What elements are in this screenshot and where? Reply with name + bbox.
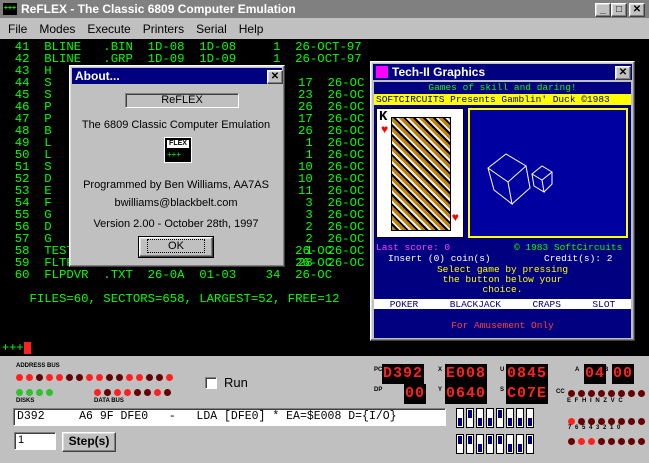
insert-coins: Insert (0) coin(s) xyxy=(388,253,491,264)
app-icon: +++ xyxy=(3,3,17,15)
a-register: 04 xyxy=(584,364,607,384)
dip-switches-top[interactable] xyxy=(456,408,536,431)
window-title: ReFLEX - The Classic 6809 Computer Emula… xyxy=(21,2,296,16)
disassembly-line: D392 A6 9F DFE0 - LDA [DFE0] * EA=$E008 … xyxy=(13,408,446,426)
data-bus-label: DATA BUS xyxy=(94,398,124,404)
terminal-line: 60 FLPDVR .TXT 26-0A 01-03 34 26-OC xyxy=(0,268,333,282)
run-label: Run xyxy=(224,375,248,390)
graphics-window: Tech-II Graphics ✕ Games of skill and da… xyxy=(370,61,635,341)
b-label: B xyxy=(604,367,609,373)
control-panel: ADDRESS BUS DISKS DATA BUS Run D392 A6 9… xyxy=(0,358,649,463)
king-of-hearts-card: K ♥ ♥ xyxy=(376,108,464,238)
about-author: Programmed by Ben Williams, AA7AS xyxy=(83,179,269,191)
y-label: Y xyxy=(438,387,443,393)
terminal-prompt: +++ xyxy=(2,341,31,355)
game-buttons: POKER BLACKJACK CRAPS SLOT xyxy=(374,299,631,310)
menu-file[interactable]: File xyxy=(8,22,27,36)
close-button[interactable]: ✕ xyxy=(629,3,645,17)
about-dialog: About... ✕ ReFLEX The 6809 Classic Compu… xyxy=(69,65,285,267)
address-bus-label: ADDRESS BUS xyxy=(16,363,60,369)
dp-label: DP xyxy=(374,387,383,393)
cube-panel-frame xyxy=(468,108,628,238)
x-register: E008 xyxy=(445,364,488,384)
about-title: About... xyxy=(75,69,120,83)
last-score: Last score: 0 xyxy=(376,242,451,253)
card-suit-icon: ♥ xyxy=(381,123,389,137)
b-register: 00 xyxy=(612,364,635,384)
output-bit-labels: 7 6 5 4 3 2 1 0 xyxy=(568,425,621,431)
cc-label: CC xyxy=(556,389,565,395)
about-app-name: ReFLEX xyxy=(125,93,239,108)
game-button-craps[interactable]: CRAPS xyxy=(532,299,561,310)
terminal-right-cell: 28 26-OC xyxy=(298,256,365,270)
cube-animation xyxy=(468,108,628,238)
menu-modes[interactable]: Modes xyxy=(39,22,75,36)
game-button-poker[interactable]: POKER xyxy=(390,299,419,310)
graphics-close-button[interactable]: ✕ xyxy=(615,66,631,80)
flex-logo-prompt: +++ xyxy=(167,150,182,159)
credits: Credit(s): 2 xyxy=(544,253,613,264)
input-leds xyxy=(568,436,648,448)
menu-execute[interactable]: Execute xyxy=(87,22,130,36)
s-label: S xyxy=(500,387,505,393)
graphics-title: Tech-II Graphics xyxy=(392,65,486,79)
address-bus-leds xyxy=(16,372,206,384)
maximize-button[interactable]: □ xyxy=(611,3,627,17)
menu-bar: File Modes Execute Printers Serial Help xyxy=(0,20,649,38)
card-suit-icon-bottom: ♥ xyxy=(451,211,459,225)
ok-label: OK xyxy=(147,239,205,253)
about-close-button[interactable]: ✕ xyxy=(267,70,283,84)
about-email: bwilliams@blackbelt.com xyxy=(114,197,238,209)
cc-flag-labels: E F H I N Z V C xyxy=(567,398,623,404)
card-face-image xyxy=(391,117,451,231)
u-label: U xyxy=(500,367,505,373)
amusement-notice: For Amusement Only xyxy=(451,320,554,331)
run-checkbox[interactable] xyxy=(205,377,217,389)
cursor xyxy=(23,341,31,354)
terminal-right-columns: 17 26-OC 23 26-OC 26 26-OC 17 26-OC 26 26-OC… xyxy=(298,77,364,269)
about-ok-button[interactable]: OK xyxy=(138,236,214,258)
disks-label: DISKS xyxy=(16,398,35,404)
graphics-presents: SOFTCIRCUITS Presents Gamblin' Duck ©198… xyxy=(374,94,631,105)
pc-register: D392 xyxy=(382,364,425,384)
menu-serial[interactable]: Serial xyxy=(196,22,227,36)
terminal-line: 42 BLINE .GRP 1D-09 1D-09 1 26-OCT-97 xyxy=(0,52,362,66)
flex-logo-icon: FLEX +++ xyxy=(164,137,192,163)
graphics-screen: Games of skill and daring! SOFTCIRCUITS … xyxy=(374,82,631,338)
dip-switches-bottom[interactable] xyxy=(456,434,536,457)
u-register: 0845 xyxy=(506,364,549,384)
about-subtitle: The 6809 Classic Computer Emulation xyxy=(81,119,271,131)
main-title-bar: +++ ReFLEX - The Classic 6809 Computer E… xyxy=(0,0,649,18)
step-count-input[interactable]: 1 xyxy=(14,432,56,450)
flex-logo-text: FLEX xyxy=(167,140,189,148)
y-register: 0640 xyxy=(445,384,488,404)
a-label: A xyxy=(575,367,580,373)
dp-register: 00 xyxy=(404,384,427,404)
graphics-copyright: © 1983 SoftCircuits xyxy=(514,242,623,253)
x-label: X xyxy=(438,367,443,373)
s-register: C07E xyxy=(506,384,549,404)
game-button-slot[interactable]: SLOT xyxy=(592,299,615,310)
menu-help[interactable]: Help xyxy=(239,22,264,36)
graphics-tagline: Games of skill and daring! xyxy=(428,82,577,93)
terminal-line: FILES=60, SECTORS=658, LARGEST=52, FREE=… xyxy=(0,292,340,306)
graphics-title-bar: Tech-II Graphics xyxy=(373,64,632,80)
game-button-blackjack[interactable]: BLACKJACK xyxy=(450,299,501,310)
graphics-app-icon xyxy=(376,66,388,78)
menu-printers[interactable]: Printers xyxy=(143,22,184,36)
minimize-button[interactable]: _ xyxy=(595,3,611,17)
about-title-bar: About... xyxy=(72,68,282,84)
select-line-3: choice. xyxy=(482,284,523,295)
about-version: Version 2.00 - October 28th, 1997 xyxy=(93,218,259,230)
step-button[interactable]: Step(s) xyxy=(62,432,116,452)
